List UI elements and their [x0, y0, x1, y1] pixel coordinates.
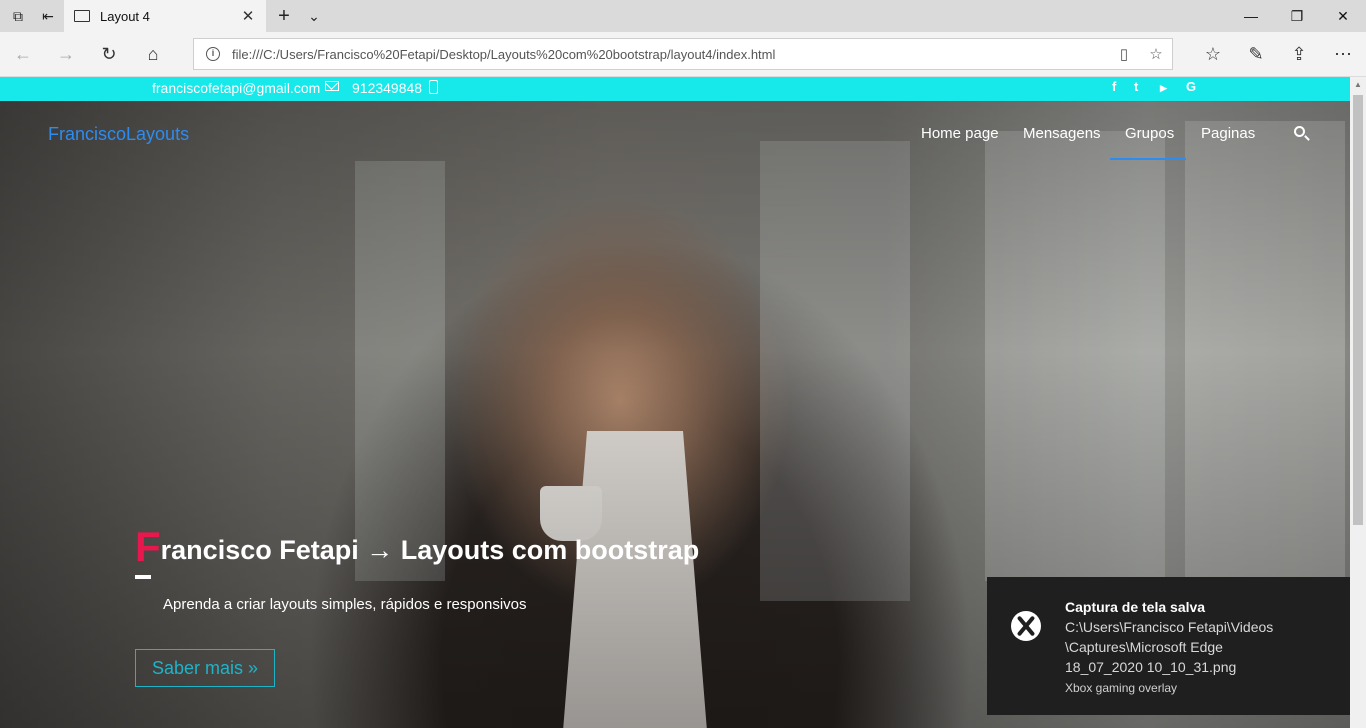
reading-view-icon[interactable]: ▯	[1108, 45, 1140, 63]
heading-divider	[135, 575, 151, 579]
toast-source: Xbox gaming overlay	[1065, 681, 1178, 695]
hero-subtitle: Aprenda a criar layouts simples, rápidos…	[163, 596, 527, 613]
toast-path-line: \Captures\Microsoft Edge	[1065, 639, 1223, 655]
browser-tab[interactable]: Layout 4 ✕	[64, 0, 266, 32]
restore-icon[interactable]: ❐	[1274, 0, 1320, 32]
share-icon[interactable]: ⇪	[1278, 32, 1320, 77]
xbox-icon	[1011, 611, 1041, 641]
heading-first-letter: F	[135, 523, 161, 570]
nav-home-page[interactable]: Home page	[921, 125, 999, 142]
set-tabs-aside-icon[interactable]: ⇤	[34, 0, 62, 32]
address-bar[interactable]: i file:///C:/Users/Francisco%20Fetapi/De…	[193, 38, 1173, 70]
twitter-icon[interactable]: t	[1134, 79, 1138, 94]
home-icon[interactable]: ⌂	[132, 32, 174, 77]
contact-strip: franciscofetapi@gmail.com 912349848 f t …	[0, 77, 1350, 101]
mail-icon	[325, 81, 339, 91]
back-icon[interactable]: ←	[2, 32, 44, 77]
tab-actions-icon[interactable]: ⧉	[4, 0, 32, 32]
browser-tab-bar: ⧉ ⇤ Layout 4 ✕ + ⌄ — ❐ ✕	[0, 0, 1366, 32]
tab-title: Layout 4	[100, 8, 150, 24]
screenshot-saved-toast[interactable]: Captura de tela salva C:\Users\Francisco…	[987, 577, 1350, 715]
site-info-icon[interactable]: i	[206, 47, 220, 61]
toast-path-line: 18_07_2020 10_10_31.png	[1065, 659, 1237, 675]
saber-mais-button[interactable]: Saber mais »	[135, 649, 275, 687]
heading-text: rancisco Fetapi → Layouts com bootstrap	[160, 535, 700, 565]
minimize-icon[interactable]: —	[1228, 0, 1274, 32]
mobile-phone-icon	[429, 80, 438, 94]
toast-path-line: C:\Users\Francisco Fetapi\Videos	[1065, 619, 1274, 635]
nav-mensagens[interactable]: Mensagens	[1023, 125, 1101, 142]
nav-paginas[interactable]: Paginas	[1201, 125, 1255, 142]
scroll-thumb[interactable]	[1353, 95, 1363, 525]
hero-heading: Francisco Fetapi → Layouts com bootstrap	[135, 526, 700, 568]
favorites-hub-icon[interactable]: ☆	[1192, 32, 1234, 77]
google-icon[interactable]: G	[1186, 79, 1196, 94]
close-window-icon[interactable]: ✕	[1320, 0, 1366, 32]
refresh-icon[interactable]: ↻	[88, 32, 130, 77]
page-scrollbar[interactable]: ▲	[1350, 77, 1366, 728]
site-brand[interactable]: FranciscoLayouts	[48, 124, 189, 145]
youtube-icon[interactable]: ▶	[1160, 83, 1167, 94]
facebook-icon[interactable]: f	[1112, 79, 1116, 94]
close-tab-icon[interactable]: ✕	[236, 7, 260, 25]
contact-phone: 912349848	[352, 80, 423, 96]
tab-list-chevron-icon[interactable]: ⌄	[300, 0, 328, 32]
search-icon[interactable]	[1294, 126, 1305, 137]
nav-grupos[interactable]: Grupos	[1125, 125, 1174, 142]
more-menu-icon[interactable]: ⋯	[1322, 32, 1364, 77]
web-note-icon[interactable]: ✎	[1235, 32, 1277, 77]
site-navbar: FranciscoLayouts Home page Mensagens Gru…	[0, 101, 1350, 161]
url-text[interactable]: file:///C:/Users/Francisco%20Fetapi/Desk…	[232, 47, 1108, 62]
scroll-up-icon[interactable]: ▲	[1350, 77, 1366, 93]
browser-nav-bar: ← → ↻ ⌂ i file:///C:/Users/Francisco%20F…	[0, 32, 1366, 77]
contact-email[interactable]: franciscofetapi@gmail.com	[152, 80, 320, 96]
toast-title: Captura de tela salva	[1065, 599, 1206, 615]
active-nav-underline	[1110, 158, 1186, 160]
forward-icon[interactable]: →	[45, 32, 87, 77]
favorite-star-icon[interactable]: ☆	[1140, 45, 1172, 63]
page-icon	[74, 10, 90, 22]
new-tab-icon[interactable]: +	[270, 0, 298, 32]
